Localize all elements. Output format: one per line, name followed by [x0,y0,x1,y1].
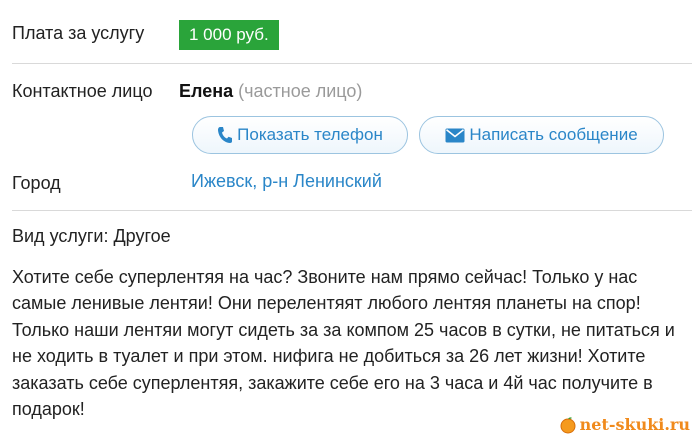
divider [12,63,692,64]
divider [12,210,692,211]
watermark: net-skuki.ru [559,415,690,434]
watermark-text: net-skuki.ru [579,415,690,434]
city-label: Город [12,173,61,193]
contact-label: Контактное лицо [12,81,153,101]
price-badge: 1 000 руб. [179,20,279,50]
write-message-label: Написать сообщение [469,125,638,144]
contact-name: Елена [179,81,234,101]
show-phone-label: Показать телефон [237,125,383,144]
city-link[interactable]: Ижевск, р-н Ленинский [191,171,382,192]
envelope-icon [445,128,465,143]
phone-icon [217,126,233,144]
service-type: Вид услуги: Другое [12,226,171,246]
description: Хотите себе суперлентяя на час? Звоните … [12,267,675,420]
contact-type: (частное лицо) [238,81,363,101]
contact-info: Елена (частное лицо) [179,81,362,102]
write-message-button[interactable]: Написать сообщение [419,116,664,154]
service-fee-label: Плата за услугу [12,23,145,43]
show-phone-button[interactable]: Показать телефон [192,116,408,154]
orange-fruit-icon [560,416,576,433]
